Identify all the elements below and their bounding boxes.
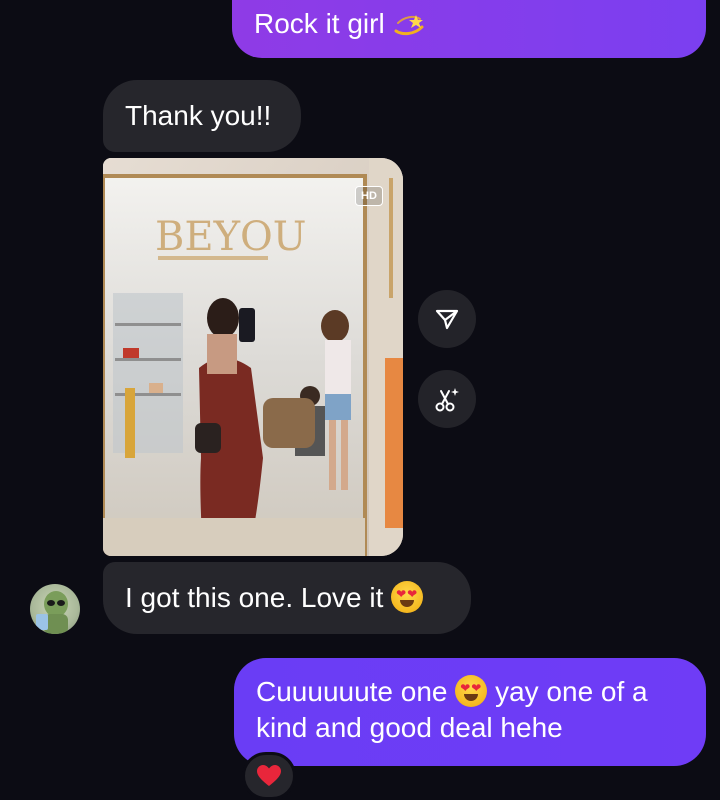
- message-text: I got this one. Love it: [125, 582, 384, 613]
- shared-photo[interactable]: BEYOU HD: [103, 158, 403, 556]
- photo-image: BEYOU: [103, 158, 403, 556]
- svg-text:BEYOU: BEYOU: [155, 214, 307, 260]
- heart-eyes-emoji-icon: ❤ ❤: [391, 581, 424, 613]
- heart-eyes-emoji-icon: ❤ ❤: [455, 675, 488, 707]
- incoming-message-1[interactable]: Thank you!!: [103, 80, 301, 152]
- ai-edit-button[interactable]: [418, 370, 476, 428]
- message-text-part1: Cuuuuuute one: [256, 676, 448, 707]
- avatar[interactable]: [30, 584, 80, 634]
- outgoing-message-2[interactable]: Cuuuuuute one ❤ ❤ yay one of a kind and g…: [234, 658, 706, 766]
- red-heart-icon: [257, 765, 281, 786]
- message-text: Thank you!!: [125, 100, 272, 131]
- share-button[interactable]: [418, 290, 476, 348]
- outgoing-message-1[interactable]: Rock it girl: [232, 0, 706, 58]
- alien-avatar-icon: [36, 591, 68, 634]
- dizzy-emoji-icon: [392, 9, 426, 39]
- send-icon: [435, 309, 459, 330]
- message-reaction[interactable]: [242, 752, 296, 800]
- incoming-message-2[interactable]: I got this one. Love it ❤ ❤: [103, 562, 471, 634]
- hd-badge: HD: [355, 186, 383, 206]
- message-text: Rock it girl: [254, 8, 385, 39]
- scissors-sparkle-icon: [435, 388, 459, 412]
